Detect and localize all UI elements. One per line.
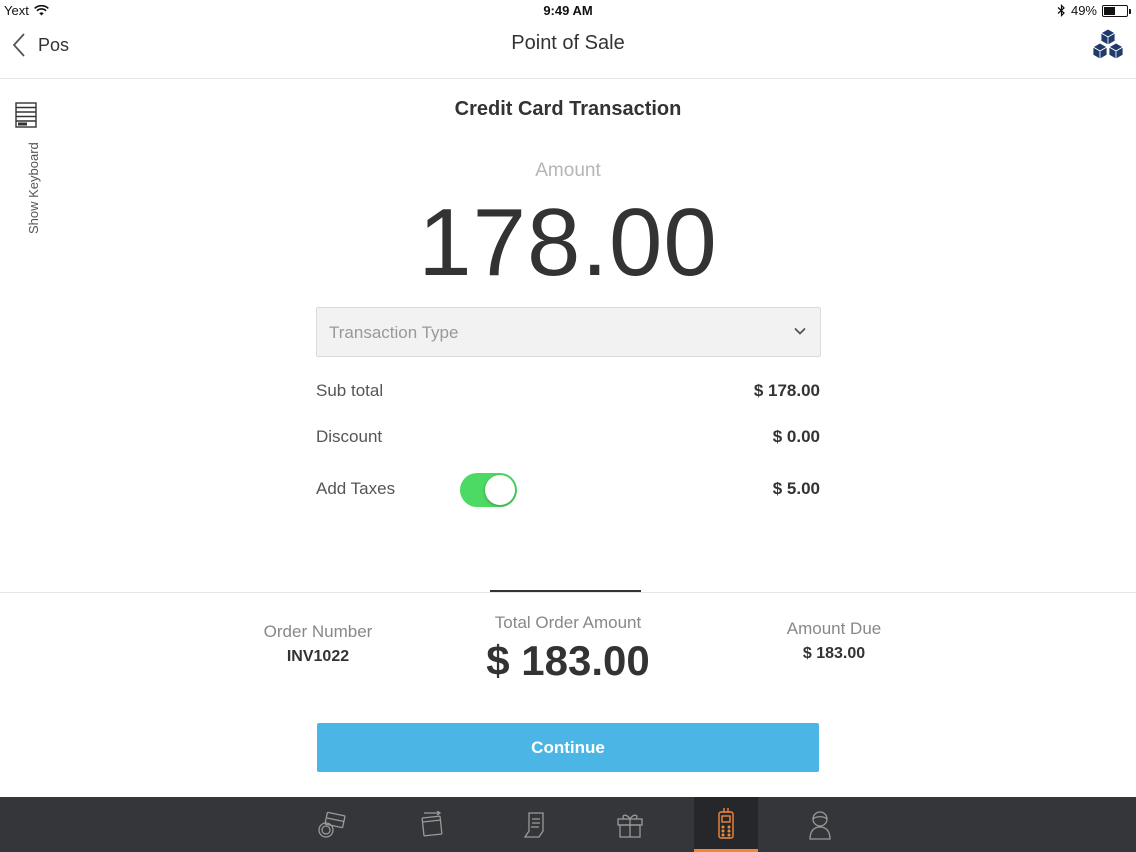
amount-value[interactable]: 178.00 (0, 188, 1136, 298)
amount-due-block: Amount Due $ 183.00 (734, 619, 934, 663)
status-bar: Yext 9:49 AM 49% (0, 0, 1136, 22)
total-order-block: Total Order Amount $ 183.00 (440, 613, 696, 685)
add-taxes-toggle[interactable] (460, 473, 517, 507)
tab-card-payment[interactable] (300, 797, 364, 852)
amount-label: Amount (535, 160, 601, 181)
receipt-icon (523, 811, 544, 838)
tab-gift[interactable] (598, 797, 662, 852)
status-time: 9:49 AM (543, 3, 593, 18)
transaction-title: Credit Card Transaction (454, 98, 682, 120)
continue-button[interactable]: Continue (317, 723, 819, 772)
order-number-label: Order Number (263, 622, 373, 641)
discount-value[interactable]: $ 0.00 (773, 427, 820, 447)
subtotal-row: Sub total $ 178.00 (316, 377, 820, 407)
amount-due-value: $ 183.00 (802, 645, 866, 662)
taxes-row: Add Taxes $ 5.00 (316, 473, 820, 507)
card-payment-icon (318, 811, 346, 838)
summary-accent-line (490, 590, 641, 592)
total-order-value: $ 183.00 (486, 637, 650, 684)
battery-percent: 49% (1070, 3, 1097, 18)
nav-bar: Pos Point of Sale (0, 22, 1136, 79)
subtotal-value: $ 178.00 (753, 381, 820, 400)
taxes-value: $ 5.00 (772, 479, 820, 498)
cubes-logo-icon (1092, 28, 1124, 67)
back-label: Pos (38, 34, 70, 55)
tab-card-swipe[interactable] (400, 797, 464, 852)
battery-icon (1102, 4, 1131, 17)
status-right: 49% (1057, 3, 1131, 18)
card-terminal-icon (718, 808, 734, 839)
transaction-type-select[interactable]: Transaction Type (316, 307, 821, 357)
battery-fill (1104, 6, 1115, 15)
tab-customer[interactable] (788, 797, 852, 852)
order-number-value: INV1022 (286, 648, 350, 665)
discount-row: Discount $ 0.00 (316, 423, 820, 453)
back-button[interactable]: Pos (12, 32, 69, 58)
toggle-knob (485, 475, 515, 505)
gift-icon (617, 814, 643, 838)
summary-divider (0, 592, 1136, 593)
taxes-label: Add Taxes (316, 479, 396, 498)
order-number-block: Order Number INV1022 (218, 622, 418, 666)
chevron-down-icon (794, 327, 806, 335)
subtotal-label: Sub total (316, 381, 384, 400)
tab-receipt[interactable] (502, 797, 566, 852)
chevron-left-icon (12, 33, 25, 57)
customer-icon (809, 810, 831, 840)
tab-card-terminal[interactable] (694, 797, 758, 852)
amount-due-label: Amount Due (786, 619, 882, 638)
card-swipe-icon (421, 810, 443, 836)
transaction-type-placeholder: Transaction Type (329, 323, 459, 342)
total-order-label: Total Order Amount (494, 613, 642, 632)
page-title: Point of Sale (511, 32, 625, 54)
bluetooth-icon (1057, 4, 1065, 17)
discount-label: Discount (316, 427, 383, 446)
tab-bar (0, 797, 1136, 852)
